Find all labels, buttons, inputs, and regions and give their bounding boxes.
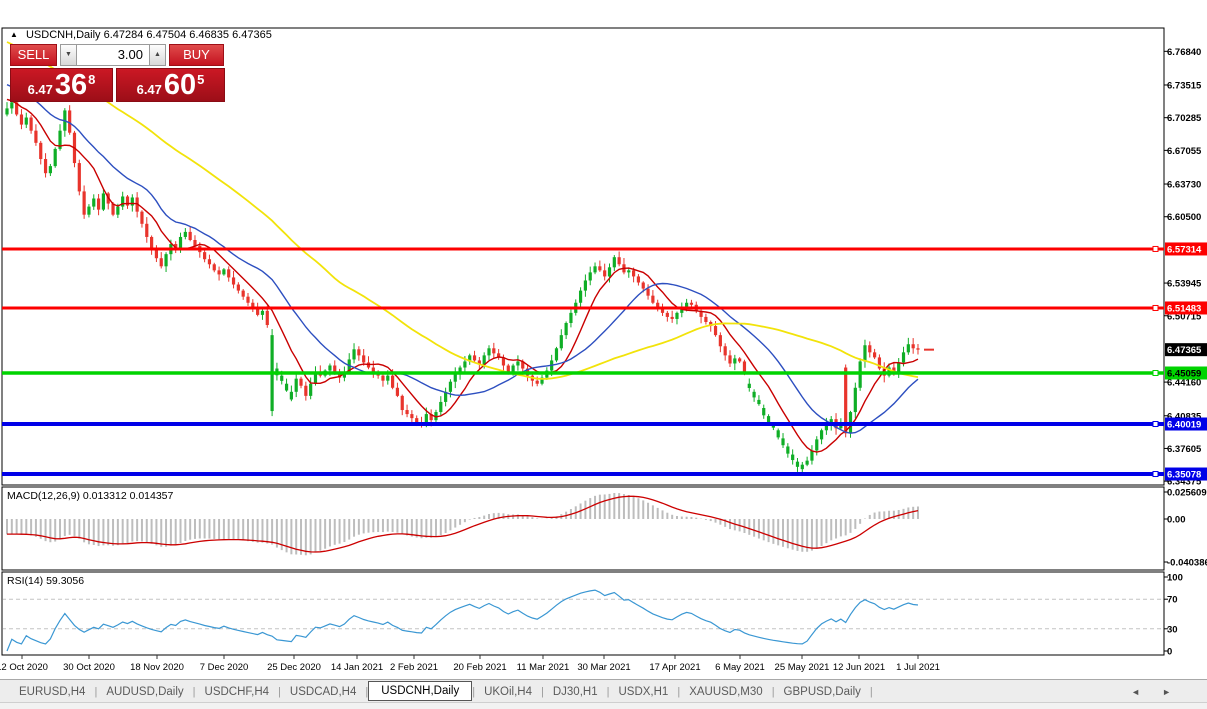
chart-title-symbol: USDCNH,Daily (25, 29, 101, 41)
date-label: 11 Mar 2021 (517, 662, 570, 673)
date-label: 17 Apr 2021 (649, 662, 700, 673)
svg-text:-0.040386: -0.040386 (1167, 558, 1207, 569)
buy-button[interactable]: BUY (169, 44, 224, 66)
chart-tab-usdchf-h4[interactable]: USDCHF,H4 (196, 683, 279, 701)
tab-separator: | (869, 685, 873, 698)
svg-text:6.51483: 6.51483 (1167, 303, 1201, 314)
sell-price-sup: 8 (88, 72, 96, 87)
date-label: 14 Jan 2021 (331, 662, 383, 673)
chart-tab-dj30-h1[interactable]: DJ30,H1 (544, 683, 607, 701)
svg-text:6.40019: 6.40019 (1167, 420, 1201, 431)
chart-tab-usdcnh-daily[interactable]: USDCNH,Daily (368, 680, 473, 701)
hline-handle[interactable] (1152, 370, 1159, 376)
sell-button[interactable]: SELL (10, 44, 57, 66)
tab-scroll-arrows[interactable]: ◄► (1131, 687, 1193, 697)
date-label: 18 Nov 2020 (130, 662, 184, 673)
hline-handle[interactable] (1152, 245, 1159, 252)
date-label: 1 Jul 2021 (896, 662, 940, 673)
collapse-triangle-icon[interactable]: ▲ (10, 30, 18, 39)
date-label: 7 Dec 2020 (200, 662, 249, 673)
svg-text:6.73515: 6.73515 (1167, 80, 1202, 91)
chart-tab-usdx-h1[interactable]: USDX,H1 (609, 683, 677, 701)
svg-text:0.00: 0.00 (1167, 515, 1186, 526)
svg-text:6.35078: 6.35078 (1167, 470, 1201, 481)
rsi-pane (1, 571, 1165, 656)
svg-text:6.57314: 6.57314 (1167, 244, 1202, 255)
date-label: 6 May 2021 (715, 662, 765, 673)
hline-handle[interactable] (1152, 304, 1159, 311)
volume-increase-button[interactable]: ▲ (149, 44, 166, 66)
hline-handle[interactable] (1152, 471, 1159, 478)
svg-text:6.53945: 6.53945 (1167, 279, 1202, 290)
chart-title: ▲ USDCNH,Daily 6.47284 6.47504 6.46835 6… (10, 29, 272, 41)
date-label: 20 Feb 2021 (453, 662, 506, 673)
svg-text:30: 30 (1167, 624, 1178, 635)
svg-text:70: 70 (1167, 595, 1178, 606)
svg-text:100: 100 (1167, 573, 1183, 584)
date-label: 30 Oct 2020 (63, 662, 115, 673)
date-label: 30 Mar 2021 (577, 662, 630, 673)
chart-tab-eurusd-h4[interactable]: EURUSD,H4 (10, 683, 94, 701)
mt4-terminal: 5M30H1H4D1W1MN 6.768406.735156.702856.67… (0, 0, 1207, 709)
date-label: 12 Oct 2020 (0, 662, 48, 673)
sell-price-box[interactable]: 6.47 36 8 (10, 68, 113, 102)
chart-title-ohlc: 6.47284 6.47504 6.46835 6.47365 (103, 29, 272, 41)
buy-price-sup: 5 (197, 72, 205, 87)
svg-text:6.70285: 6.70285 (1167, 113, 1202, 124)
chart-tab-gbpusd-daily[interactable]: GBPUSD,Daily (775, 683, 870, 701)
one-click-trading-panel: SELL ▼ 3.00 ▲ BUY 6.47 36 8 6.47 60 5 (10, 44, 225, 102)
bottom-strip (0, 702, 1207, 709)
date-label: 12 Jun 2021 (833, 662, 885, 673)
hline-handle[interactable] (1152, 421, 1159, 428)
buy-price-small: 6.47 (136, 82, 162, 97)
svg-text:0: 0 (1167, 647, 1172, 658)
svg-text:6.76840: 6.76840 (1167, 47, 1201, 58)
macd-label: MACD(12,26,9) 0.013312 0.014357 (7, 490, 174, 502)
svg-text:6.37605: 6.37605 (1167, 444, 1202, 455)
date-label: 2 Feb 2021 (390, 662, 438, 673)
svg-text:6.45059: 6.45059 (1167, 369, 1201, 380)
date-label: 25 Dec 2020 (267, 662, 321, 673)
buy-price-box[interactable]: 6.47 60 5 (116, 68, 225, 102)
svg-text:0.025609: 0.025609 (1167, 488, 1207, 499)
volume-decrease-button[interactable]: ▼ (60, 44, 77, 66)
date-label: 25 May 2021 (775, 662, 830, 673)
buy-price-big: 60 (163, 69, 197, 101)
volume-input[interactable]: 3.00 (77, 44, 149, 66)
svg-text:6.60500: 6.60500 (1167, 212, 1201, 223)
chart-tab-audusd-daily[interactable]: AUDUSD,Daily (97, 683, 192, 701)
svg-text:6.47365: 6.47365 (1167, 345, 1202, 356)
chart-tab-usdcad-h4[interactable]: USDCAD,H4 (281, 683, 365, 701)
chart-tab-bar: EURUSD,H4 | AUDUSD,Daily | USDCHF,H4 | USDCAD,… (0, 679, 1207, 703)
chart-tab-xauusd-m30[interactable]: XAUUSD,M30 (680, 683, 772, 701)
sell-price-small: 6.47 (27, 82, 53, 97)
svg-text:6.67055: 6.67055 (1167, 146, 1202, 157)
sell-price-big: 36 (54, 69, 88, 101)
chart-tab-ukoil-h4[interactable]: UKOil,H4 (475, 683, 541, 701)
svg-text:6.63730: 6.63730 (1167, 180, 1201, 191)
rsi-label: RSI(14) 59.3056 (7, 575, 85, 587)
